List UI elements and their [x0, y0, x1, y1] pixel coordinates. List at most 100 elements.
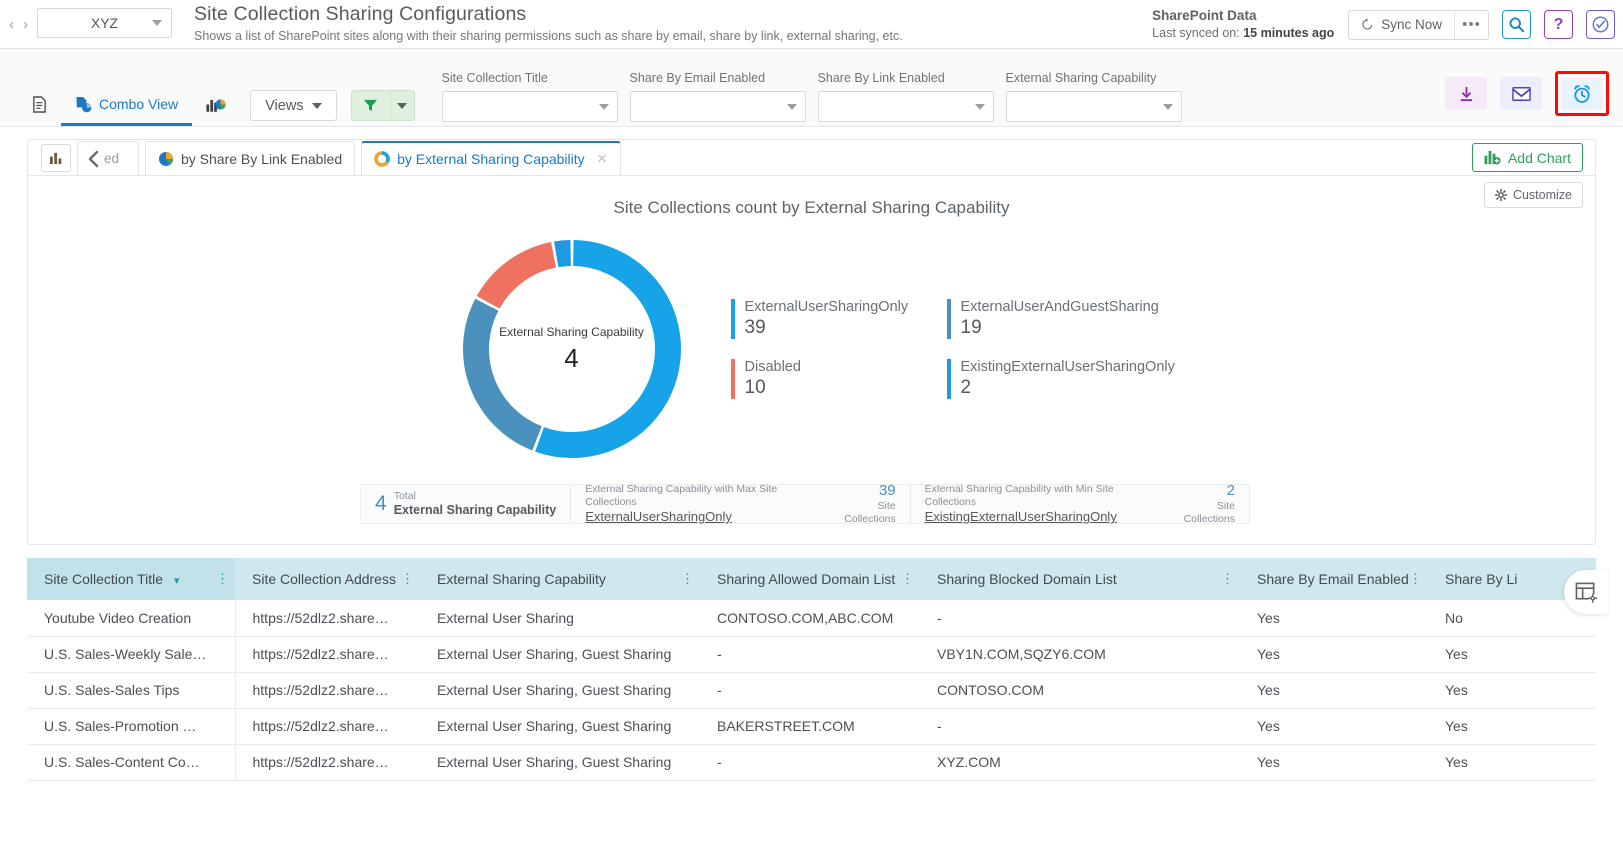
chart-tab-row: ed by Share By Link Enabled by External …	[28, 140, 1595, 176]
donut-svg[interactable]	[447, 224, 697, 474]
bar-chart-icon	[49, 151, 64, 165]
filter-label: External Sharing Capability	[1006, 71, 1182, 85]
table-cell: Youtube Video Creation	[27, 600, 235, 636]
view-tabs: Combo View	[18, 49, 240, 126]
tab-chart-view[interactable]	[192, 85, 240, 126]
donut-chart: External Sharing Capability 4	[447, 224, 697, 474]
question-mark-icon: ?	[1554, 16, 1564, 34]
donut-segment[interactable]	[556, 253, 570, 254]
column-menu-icon[interactable]: ⋮	[1221, 577, 1234, 581]
legend-label: ExternalUserSharingOnly	[745, 299, 931, 315]
page-subtitle: Shows a list of SharePoint sites along w…	[194, 29, 903, 43]
table-row[interactable]: U.S. Sales-Weekly Sale…https://52dlz2.sh…	[27, 636, 1596, 672]
filter-dropdown-button[interactable]	[390, 90, 415, 121]
table-head: Site Collection Title ▾ ⋮ Site Collectio…	[27, 558, 1596, 600]
toolbar-actions	[1445, 71, 1609, 116]
chart-area: ed by Share By Link Enabled by External …	[0, 127, 1623, 545]
column-header-site-collection-title[interactable]: Site Collection Title ▾ ⋮	[27, 558, 235, 600]
column-menu-icon[interactable]: ⋮	[401, 577, 414, 581]
stat-max-link[interactable]: ExternalUserSharingOnly	[585, 509, 825, 525]
column-menu-icon[interactable]: ⋮	[1409, 577, 1422, 581]
table-settings-button[interactable]	[1564, 570, 1608, 614]
page-title: Site Collection Sharing Configurations	[194, 3, 903, 26]
column-header-site-collection-address[interactable]: Site Collection Address ⋮	[235, 558, 420, 600]
org-selector[interactable]: XYZ	[37, 8, 172, 38]
top-bar-right: SharePoint Data Last synced on: 15 minut…	[1152, 0, 1615, 49]
stat-total: 4 Total External Sharing Capability	[361, 485, 570, 523]
stat-min-unit: Site Collections	[1164, 500, 1235, 526]
table-cell: U.S. Sales-Sales Tips	[27, 672, 235, 708]
stat-max: External Sharing Capability with Max Sit…	[570, 485, 909, 523]
tab-list-view[interactable]	[18, 85, 61, 126]
last-synced-label: Last synced on:	[1152, 26, 1240, 40]
close-icon[interactable]: ✕	[597, 151, 608, 167]
back-arrow-icon[interactable]: ‹	[9, 16, 14, 33]
chart-tab-previous[interactable]: ed	[77, 141, 139, 175]
search-button[interactable]	[1502, 10, 1531, 39]
email-button[interactable]	[1500, 77, 1542, 110]
profile-button[interactable]	[1586, 10, 1615, 39]
download-button[interactable]	[1445, 77, 1487, 110]
nav-arrows: ‹ ›	[0, 0, 37, 49]
table-cell: https://52dlz2.share…	[235, 636, 420, 672]
forward-arrow-icon[interactable]: ›	[23, 16, 28, 33]
refresh-icon	[1361, 18, 1374, 31]
donut-segment[interactable]	[539, 253, 667, 445]
chevron-down-icon	[599, 104, 609, 110]
stat-min-count: 2	[1164, 482, 1235, 501]
chart-stats-bar: 4 Total External Sharing Capability Exte…	[360, 484, 1250, 524]
table-cell: Yes	[1428, 708, 1596, 744]
legend-item[interactable]: ExternalUserAndGuestSharing 19	[947, 299, 1177, 339]
table-cell: U.S. Sales-Promotion …	[27, 708, 235, 744]
table-row[interactable]: U.S. Sales-Promotion …https://52dlz2.sha…	[27, 708, 1596, 744]
views-button[interactable]: Views	[250, 90, 336, 121]
title-block: Site Collection Sharing Configurations S…	[194, 0, 903, 43]
table-row[interactable]: U.S. Sales-Content Co…https://52dlz2.sha…	[27, 744, 1596, 780]
column-label: Sharing Allowed Domain List	[717, 571, 895, 587]
column-label: Sharing Blocked Domain List	[937, 571, 1117, 587]
schedule-highlight	[1555, 71, 1609, 116]
table-cell: VBY1N.COM,SQZY6.COM	[920, 636, 1240, 672]
filter-select[interactable]	[818, 91, 994, 122]
chart-title: Site Collections count by External Shari…	[28, 176, 1595, 218]
column-menu-icon[interactable]: ⋮	[681, 577, 694, 581]
add-chart-label: Add Chart	[1508, 150, 1571, 166]
filter-label: Site Collection Title	[442, 71, 618, 85]
filter-select[interactable]	[1006, 91, 1182, 122]
column-header-external-sharing-capability[interactable]: External Sharing Capability ⋮	[420, 558, 700, 600]
donut-segment[interactable]	[488, 255, 553, 303]
legend-item[interactable]: ExistingExternalUserSharingOnly 2	[947, 359, 1177, 399]
table-row[interactable]: U.S. Sales-Sales Tipshttps://52dlz2.shar…	[27, 672, 1596, 708]
column-header-sharing-blocked-domain-list[interactable]: Sharing Blocked Domain List ⋮	[920, 558, 1240, 600]
table-cell: U.S. Sales-Weekly Sale…	[27, 636, 235, 672]
column-menu-icon[interactable]: ⋮	[901, 577, 914, 581]
column-header-share-by-email-enabled[interactable]: Share By Email Enabled ⋮	[1240, 558, 1428, 600]
chart-list-button[interactable]	[41, 144, 71, 172]
sort-chevron-icon[interactable]: ▾	[174, 575, 180, 587]
chart-tab-share-by-link[interactable]: by Share By Link Enabled	[145, 141, 355, 175]
filter-select[interactable]	[630, 91, 806, 122]
help-button[interactable]: ?	[1544, 10, 1573, 39]
column-header-sharing-allowed-domain-list[interactable]: Sharing Allowed Domain List ⋮	[700, 558, 920, 600]
sync-now-button[interactable]: Sync Now	[1349, 11, 1454, 39]
table-cell: -	[700, 744, 920, 780]
add-chart-button[interactable]: Add Chart	[1472, 143, 1583, 172]
customize-label: Customize	[1513, 188, 1572, 202]
donut-segment[interactable]	[476, 305, 537, 439]
sync-more-button[interactable]: •••	[1454, 11, 1488, 39]
stat-max-unit: Site Collections	[825, 500, 896, 526]
chart-tab-external-sharing-capability[interactable]: by External Sharing Capability ✕	[361, 141, 620, 175]
schedule-button[interactable]	[1561, 77, 1603, 110]
stat-min-link[interactable]: ExistingExternalUserSharingOnly	[925, 509, 1164, 525]
filter-button[interactable]	[351, 90, 390, 121]
legend-value: 39	[745, 317, 931, 339]
legend-item[interactable]: Disabled 10	[731, 359, 931, 399]
column-label: Site Collection Title	[44, 571, 163, 587]
filter-select[interactable]	[442, 91, 618, 122]
table-row[interactable]: Youtube Video Creationhttps://52dlz2.sha…	[27, 600, 1596, 636]
legend-item[interactable]: ExternalUserSharingOnly 39	[731, 299, 931, 339]
tab-combo-view[interactable]: Combo View	[61, 85, 192, 126]
column-menu-icon[interactable]: ⋮	[216, 577, 229, 581]
table-cell: -	[700, 672, 920, 708]
customize-button[interactable]: Customize	[1484, 182, 1583, 208]
